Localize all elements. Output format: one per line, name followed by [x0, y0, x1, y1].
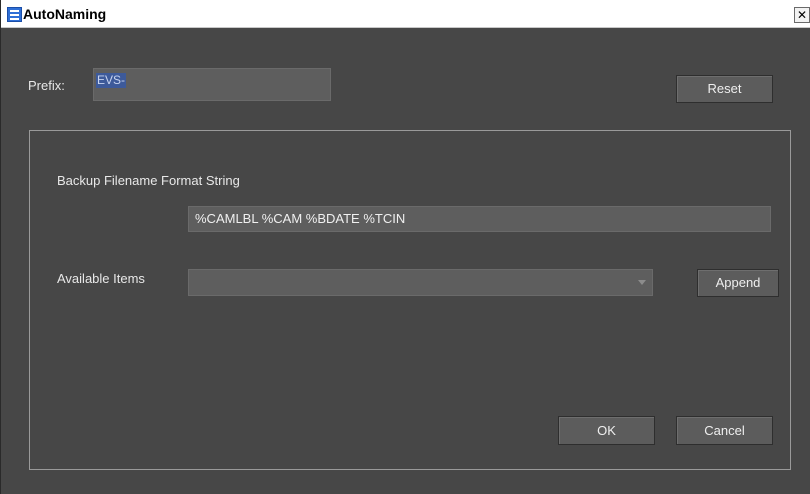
window-title: AutoNaming	[23, 6, 107, 22]
autonaming-dialog: AutoNaming ✕ Prefix: EVS- Reset Backup F…	[0, 0, 810, 494]
close-button[interactable]: ✕	[794, 7, 810, 23]
app-menu-icon[interactable]	[7, 7, 22, 22]
ok-button[interactable]: OK	[558, 416, 655, 445]
format-string-input[interactable]: %CAMLBL %CAM %BDATE %TCIN	[188, 206, 771, 232]
format-string-label: Backup Filename Format String	[57, 173, 240, 188]
cancel-button[interactable]: Cancel	[676, 416, 773, 445]
prefix-value: EVS-	[96, 73, 127, 88]
chevron-down-icon	[638, 280, 646, 285]
title-bar[interactable]: AutoNaming ✕	[1, 0, 810, 28]
append-button[interactable]: Append	[697, 269, 779, 297]
reset-button[interactable]: Reset	[676, 75, 773, 103]
prefix-input[interactable]: EVS-	[93, 68, 331, 101]
available-items-dropdown[interactable]	[188, 269, 653, 296]
available-items-label: Available Items	[57, 271, 145, 286]
prefix-label: Prefix:	[28, 78, 65, 93]
